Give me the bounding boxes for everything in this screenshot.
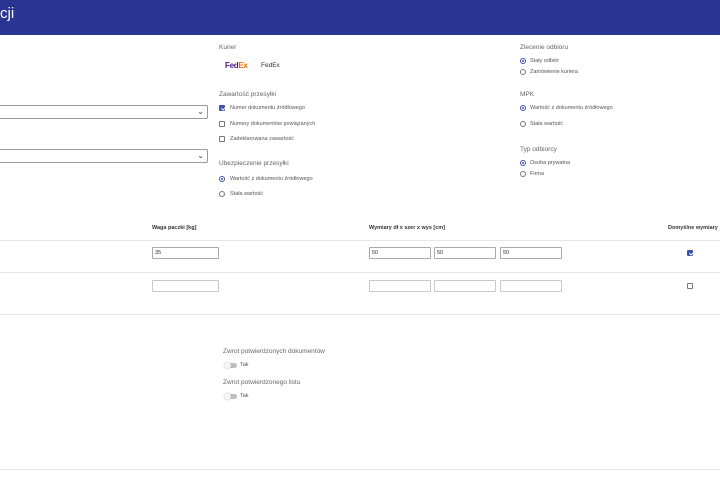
page-title: cji bbox=[0, 5, 15, 22]
select-field-1[interactable]: ⌄ bbox=[0, 105, 208, 119]
dims-column-header: Wymiary dł x szer x wys [cm] bbox=[369, 225, 446, 231]
height-input[interactable] bbox=[500, 280, 562, 292]
recipient-option-2-radio[interactable] bbox=[520, 171, 526, 177]
mpk-option-2-radio[interactable] bbox=[520, 121, 526, 127]
default-dims-checkbox[interactable] bbox=[687, 283, 693, 289]
contents-option-3-label: Zadeklarowana zawartość bbox=[230, 136, 294, 142]
recipient-option-1-radio[interactable] bbox=[520, 160, 526, 166]
pickup-option-2-label: Zamówienie kuriera bbox=[530, 69, 578, 75]
width-input[interactable]: 50 bbox=[434, 247, 496, 259]
default-dims-checkbox[interactable] bbox=[687, 250, 693, 256]
pickup-label: Zlecenie odbioru bbox=[520, 44, 569, 51]
mpk-option-2-label: Stała wartość bbox=[530, 121, 564, 127]
contents-option-2-label: Numery dokumentów powiązanych bbox=[230, 121, 316, 127]
table-divider bbox=[0, 240, 720, 241]
weight-input[interactable] bbox=[152, 280, 219, 292]
length-input[interactable]: 50 bbox=[369, 247, 431, 259]
return-docs-toggle-label: Tak bbox=[240, 362, 249, 368]
mpk-option-1-radio[interactable] bbox=[520, 105, 526, 111]
width-input[interactable] bbox=[434, 280, 496, 292]
return-letter-toggle[interactable] bbox=[224, 392, 237, 400]
weight-input[interactable]: 35 bbox=[152, 247, 219, 259]
weight-column-header: Waga paczki [kg] bbox=[152, 225, 197, 231]
return-letter-label: Zwrot potwierdzonego listu bbox=[223, 379, 301, 386]
pickup-option-1-label: Stały odbiór bbox=[530, 58, 560, 64]
recipient-option-1-label: Osoba prywatna bbox=[530, 160, 571, 166]
length-input[interactable] bbox=[369, 280, 431, 292]
contents-option-2-checkbox[interactable] bbox=[219, 121, 225, 127]
return-docs-label: Zwrot potwierdzonych dokumentów bbox=[223, 348, 325, 355]
contents-option-1-label: Numer dokumentu źródłowego bbox=[230, 105, 305, 111]
pickup-option-1-radio[interactable] bbox=[520, 58, 526, 64]
contents-label: Zawartość przesyłki bbox=[219, 91, 277, 98]
height-input[interactable]: 50 bbox=[500, 247, 562, 259]
contents-option-3-checkbox[interactable] bbox=[219, 136, 225, 142]
app-header: cji bbox=[0, 0, 720, 35]
insurance-option-1-label: Wartość z dokumentu źródłowego bbox=[230, 176, 313, 182]
mpk-label: MPK bbox=[520, 91, 535, 98]
mpk-option-1-label: Wartość z dokumentu źródłowego bbox=[530, 105, 613, 111]
select-field-2[interactable]: ⌄ bbox=[0, 149, 208, 163]
contents-option-1-checkbox[interactable] bbox=[219, 105, 225, 111]
footer-divider bbox=[0, 469, 720, 470]
chevron-down-icon: ⌄ bbox=[197, 151, 204, 160]
pickup-option-2-radio[interactable] bbox=[520, 69, 526, 75]
table-divider bbox=[0, 314, 720, 315]
courier-name: FedEx bbox=[261, 62, 280, 69]
insurance-option-2-radio[interactable] bbox=[219, 191, 225, 197]
return-letter-toggle-label: Tak bbox=[240, 393, 249, 399]
chevron-down-icon: ⌄ bbox=[197, 107, 204, 116]
table-divider bbox=[0, 272, 720, 273]
recipient-type-label: Typ odbiorcy bbox=[520, 146, 557, 153]
fedex-logo: FedEx bbox=[225, 61, 248, 70]
insurance-option-1-radio[interactable] bbox=[219, 176, 225, 182]
insurance-label: Ubezpieczenie przesyłki bbox=[219, 160, 289, 167]
courier-label: Kurier bbox=[219, 44, 237, 51]
default-column-header: Domyślne wymiary bbox=[668, 225, 718, 231]
insurance-option-2-label: Stała wartość bbox=[230, 191, 264, 197]
return-docs-toggle[interactable] bbox=[224, 361, 237, 369]
recipient-option-2-label: Firma bbox=[530, 171, 545, 177]
